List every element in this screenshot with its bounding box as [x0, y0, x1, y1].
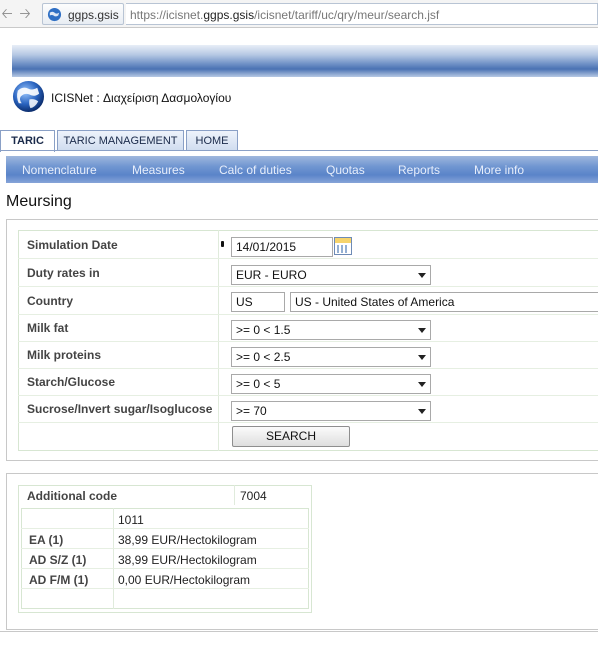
chevron-down-icon [418, 355, 426, 360]
tab-taric-management[interactable]: TARIC MANAGEMENT [57, 130, 184, 151]
result-value: 38,99 EUR/Hectokilogram [118, 553, 257, 567]
chevron-down-icon [418, 409, 426, 414]
sucrose-select[interactable]: >= 70 [231, 401, 431, 421]
result-label: AD F/M (1) [29, 573, 89, 587]
country-code-input[interactable]: US [231, 292, 285, 312]
menu-item-reports[interactable]: Reports [398, 163, 440, 177]
menu-item-nomenclature[interactable]: Nomenclature [22, 163, 97, 177]
table-row [21, 508, 309, 529]
calendar-icon[interactable] [334, 237, 352, 255]
icisnet-globe-logo-icon [12, 80, 45, 113]
simulation-date-input[interactable]: 14/01/2015 [231, 237, 333, 257]
additional-code-label: Additional code [27, 489, 117, 503]
main-menu-bar: Nomenclature Measures Calc of duties Quo… [6, 156, 598, 183]
site-name: ggps.gsis [68, 8, 119, 22]
url-field[interactable]: https://icisnet.ggps.gsis/icisnet/tariff… [126, 3, 598, 25]
chevron-down-icon [418, 273, 426, 278]
starch-glucose-label: Starch/Glucose [27, 375, 116, 389]
tab-taric[interactable]: TARIC [0, 130, 55, 152]
duty-rates-select[interactable]: EUR - EURO [231, 265, 431, 285]
menu-item-quotas[interactable]: Quotas [326, 163, 365, 177]
results-header-divider [234, 485, 235, 505]
page-title: Meursing [6, 193, 72, 210]
back-arrow-icon[interactable]: 🡠 [0, 5, 14, 21]
duty-rates-label: Duty rates in [27, 266, 100, 280]
globe-icon [47, 7, 62, 22]
footer-divider [0, 631, 598, 632]
required-marker [221, 241, 224, 247]
chevron-down-icon [418, 382, 426, 387]
menu-item-calc-of-duties[interactable]: Calc of duties [219, 163, 292, 177]
header-banner [12, 45, 598, 77]
country-label: Country [27, 294, 73, 308]
tabs-underline [0, 150, 598, 151]
result-label: AD S/Z (1) [29, 553, 87, 567]
url-text: https://icisnet.ggps.gsis/icisnet/tariff… [130, 8, 440, 22]
starch-glucose-select[interactable]: >= 0 < 5 [231, 374, 431, 394]
menu-item-measures[interactable]: Measures [132, 163, 185, 177]
app-title: ICISNet : Διαχείριση Δασμολογίου [51, 91, 232, 105]
result-value: 38,99 EUR/Hectokilogram [118, 533, 257, 547]
additional-code-value: 7004 [240, 489, 267, 503]
results-column-header: 1011 [118, 513, 144, 527]
result-value: 0,00 EUR/Hectokilogram [118, 573, 251, 587]
forward-arrow-icon[interactable]: 🡢 [18, 5, 32, 21]
browser-toolbar: 🡠 🡢 ggps.gsis https://icisnet.ggps.gsis/… [0, 0, 598, 28]
tab-home[interactable]: HOME [186, 130, 238, 151]
milk-proteins-label: Milk proteins [27, 348, 102, 362]
site-identity-badge[interactable]: ggps.gsis [42, 3, 124, 25]
milk-fat-label: Milk fat [27, 321, 69, 335]
milk-proteins-select[interactable]: >= 0 < 2.5 [231, 347, 431, 367]
search-button[interactable]: SEARCH [232, 426, 350, 447]
menu-item-more-info[interactable]: More info [474, 163, 524, 177]
sucrose-label: Sucrose/Invert sugar/Isoglucose [27, 402, 213, 416]
simulation-date-label: Simulation Date [27, 238, 118, 252]
chevron-down-icon [418, 328, 426, 333]
result-label: EA (1) [29, 533, 64, 547]
milk-fat-select[interactable]: >= 0 < 1.5 [231, 320, 431, 340]
country-name-field[interactable]: US - United States of America [290, 292, 598, 312]
